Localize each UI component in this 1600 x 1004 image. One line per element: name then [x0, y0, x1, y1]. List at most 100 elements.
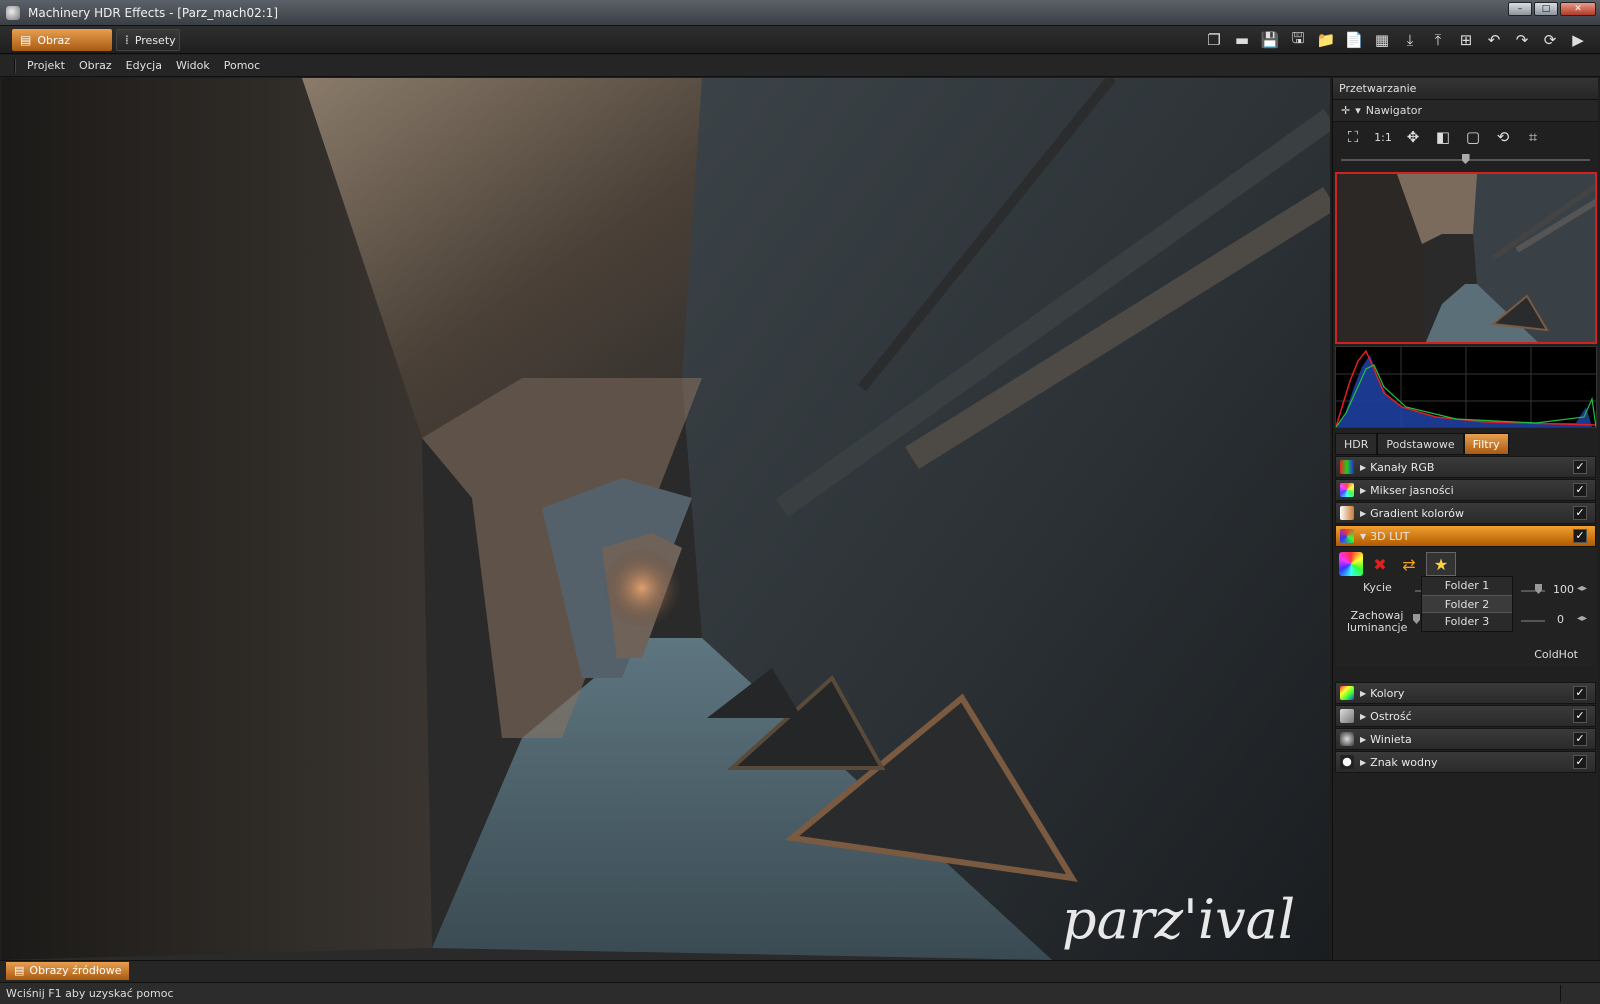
lut-buttons: ✖ ⇄ ★	[1339, 552, 1456, 576]
crop-icon[interactable]: ⌗	[1521, 125, 1545, 149]
folder-option[interactable]: Folder 1	[1422, 577, 1512, 595]
navigator-preview[interactable]	[1335, 172, 1597, 344]
tab-presety[interactable]: ⁞ Presety	[116, 29, 180, 51]
opacity-value[interactable]: 100	[1553, 583, 1574, 596]
filter-enabled-checkbox[interactable]: ✓	[1573, 460, 1587, 474]
lut-cube-icon[interactable]	[1339, 552, 1363, 576]
menu-edycja[interactable]: Edycja	[119, 59, 169, 72]
toolbar-tools: ❐ ▬ 💾 🖫 📁 📄 ▦ ⤓ ⤒ ⊞ ↶ ↷ ⟳ ▶	[1202, 29, 1590, 51]
title-bar: Machinery HDR Effects - [Parz_mach02:1] …	[0, 0, 1600, 26]
menu-pomoc[interactable]: Pomoc	[217, 59, 267, 72]
collapsed-arrow-icon[interactable]: ▶	[1360, 486, 1366, 495]
subtab-filtry[interactable]: Filtry	[1463, 433, 1509, 455]
menu-projekt[interactable]: Projekt	[20, 59, 72, 72]
filter-label: Gradient kolorów	[1370, 506, 1465, 520]
menu-bar: Projekt Obraz Edycja Widok Pomoc	[0, 55, 1600, 77]
filter-row-rgb-channels[interactable]: ▶ Kanały RGB ✓	[1335, 456, 1596, 478]
filter-row-sharpness[interactable]: ▶ Ostrość ✓	[1335, 705, 1596, 727]
resize-grip[interactable]	[1560, 985, 1596, 1002]
new-file-icon[interactable]: 📄	[1342, 29, 1366, 51]
pan-icon[interactable]: ✥	[1401, 125, 1425, 149]
color-gradient-icon	[1340, 506, 1354, 520]
window-icon[interactable]: ❐	[1202, 29, 1226, 51]
folder-option[interactable]: Folder 3	[1422, 613, 1512, 631]
filter-row-luminance-mixer[interactable]: ▶ Mikser jasności ✓	[1335, 479, 1596, 501]
preserve-value[interactable]: 0	[1557, 613, 1564, 626]
collapsed-arrow-icon[interactable]: ▶	[1360, 735, 1366, 744]
pin-icon[interactable]: ✛	[1341, 100, 1350, 122]
collapsed-arrow-icon[interactable]: ▶	[1360, 712, 1366, 721]
app-window: Machinery HDR Effects - [Parz_mach02:1] …	[0, 0, 1600, 1004]
undo-icon[interactable]: ↶	[1482, 29, 1506, 51]
folder-icon[interactable]: 📁	[1314, 29, 1338, 51]
download-icon[interactable]: ⤓	[1398, 29, 1422, 51]
image-canvas[interactable]: parz'ival	[2, 78, 1330, 960]
filter-enabled-checkbox[interactable]: ✓	[1573, 732, 1587, 746]
swap-icon[interactable]: ⇄	[1397, 552, 1421, 576]
zoom-slider[interactable]	[1341, 152, 1590, 168]
filter-row-color-gradient[interactable]: ▶ Gradient kolorów ✓	[1335, 502, 1596, 524]
filter-row-vignette[interactable]: ▶ Winieta ✓	[1335, 728, 1596, 750]
filter-enabled-checkbox[interactable]: ✓	[1573, 755, 1587, 769]
expanded-arrow-icon[interactable]: ▼	[1360, 532, 1366, 541]
add-layer-icon[interactable]: ⊞	[1454, 29, 1478, 51]
app-icon[interactable]	[6, 5, 20, 20]
lut-settings: ✖ ⇄ ★ Kycie 100 ◂▸ Zachowaj luminancje 0…	[1335, 548, 1596, 666]
preserve-label-line2: luminancje	[1347, 621, 1408, 634]
preserve-slider-knob[interactable]	[1413, 614, 1420, 624]
filter-enabled-checkbox[interactable]: ✓	[1573, 483, 1587, 497]
tab-obraz[interactable]: ▤ Obraz	[12, 29, 112, 51]
delete-icon[interactable]: ✖	[1368, 552, 1392, 576]
folder-option[interactable]: Folder 2	[1422, 595, 1512, 613]
opacity-stepper-icon[interactable]: ◂▸	[1577, 583, 1587, 594]
filter-row-watermark[interactable]: ▶ Znak wodny ✓	[1335, 751, 1596, 773]
collapsed-arrow-icon[interactable]: ▶	[1360, 758, 1366, 767]
favorite-star-icon[interactable]: ★	[1426, 552, 1456, 576]
collapsed-arrow-icon[interactable]: ▶	[1360, 463, 1366, 472]
luminance-mixer-icon	[1340, 483, 1354, 497]
window-title: Machinery HDR Effects - [Parz_mach02:1]	[28, 5, 279, 20]
navigator-tools: ⛶ 1:1 ✥ ◧ ▢ ⟲ ⌗	[1333, 122, 1598, 152]
landscape-icon[interactable]: ▬	[1230, 29, 1254, 51]
collapsed-arrow-icon[interactable]: ▶	[1360, 689, 1366, 698]
filter-label: Ostrość	[1370, 709, 1412, 723]
fit-icon[interactable]: ⛶	[1341, 125, 1365, 149]
compare-icon[interactable]: ◧	[1431, 125, 1455, 149]
tab-source-images[interactable]: ▤ Obrazy źródłowe	[6, 962, 130, 980]
collapse-arrow-icon[interactable]: ▾	[1355, 100, 1361, 122]
lut-folder-dropdown[interactable]: Folder 1 Folder 2 Folder 3	[1421, 576, 1513, 632]
tab-obraz-label: Obraz	[37, 33, 71, 47]
redo-icon[interactable]: ↷	[1510, 29, 1534, 51]
filter-enabled-checkbox[interactable]: ✓	[1573, 686, 1587, 700]
collapsed-arrow-icon[interactable]: ▶	[1360, 509, 1366, 518]
play-icon[interactable]: ▶	[1566, 29, 1590, 51]
save-as-icon[interactable]: 🖫	[1286, 29, 1310, 51]
preserve-slider-track[interactable]	[1521, 620, 1545, 622]
status-bar: Wciśnij F1 aby uzyskać pomoc	[0, 982, 1600, 1004]
opacity-slider-knob[interactable]	[1535, 584, 1542, 594]
zoom-slider-knob[interactable]	[1461, 154, 1470, 164]
subtab-hdr[interactable]: HDR	[1335, 433, 1378, 455]
frame-icon[interactable]: ▢	[1461, 125, 1485, 149]
subtab-podstawowe[interactable]: Podstawowe	[1377, 433, 1464, 455]
maximize-button[interactable]: □	[1534, 2, 1558, 16]
process-icon[interactable]: ⟳	[1538, 29, 1562, 51]
filter-enabled-checkbox[interactable]: ✓	[1573, 506, 1587, 520]
filter-enabled-checkbox[interactable]: ✓	[1573, 709, 1587, 723]
minimize-button[interactable]: –	[1508, 2, 1532, 16]
menu-obraz[interactable]: Obraz	[72, 59, 119, 72]
navigator-header[interactable]: ✛ ▾ Nawigator	[1333, 100, 1598, 122]
filter-enabled-checkbox[interactable]: ✓	[1573, 529, 1587, 543]
save-icon[interactable]: 💾	[1258, 29, 1282, 51]
rotate-icon[interactable]: ⟲	[1491, 125, 1515, 149]
actual-size-icon[interactable]: 1:1	[1371, 125, 1395, 149]
close-button[interactable]: ✕	[1560, 2, 1596, 16]
filter-row-lut-cube[interactable]: ▼ 3D LUT ✓	[1335, 525, 1596, 547]
navigator-label: Nawigator	[1365, 103, 1423, 117]
pattern-icon[interactable]: ▦	[1370, 29, 1394, 51]
rgb-channels-icon	[1340, 460, 1354, 474]
menu-widok[interactable]: Widok	[169, 59, 217, 72]
filter-row-colors[interactable]: ▶ Kolory ✓	[1335, 682, 1596, 704]
preserve-stepper-icon[interactable]: ◂▸	[1577, 613, 1587, 624]
upload-icon[interactable]: ⤒	[1426, 29, 1450, 51]
